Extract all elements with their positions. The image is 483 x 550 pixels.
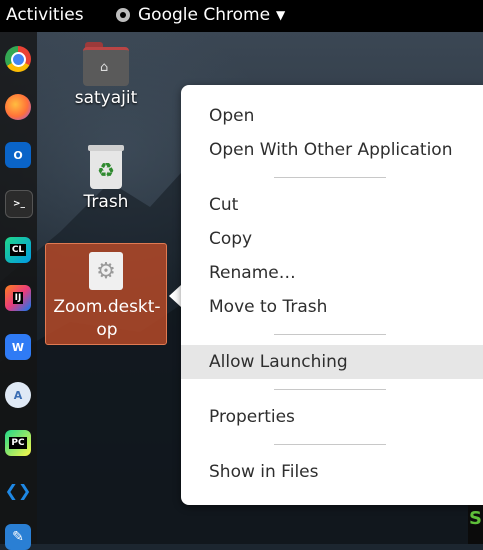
trash-icon[interactable]: ♻ bbox=[88, 145, 124, 189]
menu-item-open[interactable]: Open bbox=[181, 99, 483, 133]
menu-separator bbox=[274, 177, 386, 178]
activities-button[interactable]: Activities bbox=[6, 5, 84, 25]
home-icon: ⌂ bbox=[100, 60, 109, 75]
chevron-down-icon: ▼ bbox=[276, 8, 286, 22]
top-bar: Activities Google Chrome ▼ bbox=[0, 0, 483, 32]
menu-item-copy[interactable]: Copy bbox=[181, 222, 483, 256]
menu-item-move-to-trash[interactable]: Move to Trash bbox=[181, 290, 483, 324]
zoom-desktop-file[interactable]: ⚙ Zoom.deskt- op bbox=[45, 243, 167, 345]
vscode-icon[interactable]: ❮❯ bbox=[5, 477, 32, 503]
menu-item-cut[interactable]: Cut bbox=[181, 188, 483, 222]
pycharm-icon[interactable]: PC bbox=[5, 430, 31, 456]
home-folder-icon[interactable]: ⌂ bbox=[83, 42, 129, 86]
firefox-icon[interactable] bbox=[5, 94, 31, 120]
menu-item-rename[interactable]: Rename… bbox=[181, 256, 483, 290]
app-menu-label: Google Chrome bbox=[138, 5, 271, 25]
intellij-icon[interactable]: IJ bbox=[5, 285, 31, 311]
wps-icon[interactable]: W bbox=[5, 334, 31, 360]
menu-pointer bbox=[169, 285, 181, 307]
home-folder-label[interactable]: satyajit bbox=[60, 88, 152, 108]
chrome-app-icon bbox=[116, 8, 130, 22]
dock: O >_ CL IJ W A PC ❮❯ ✎ bbox=[0, 32, 37, 550]
clion-icon[interactable]: CL bbox=[5, 237, 31, 263]
menu-item-show-in-files[interactable]: Show in Files bbox=[181, 455, 483, 489]
menu-separator bbox=[274, 389, 386, 390]
trash-label[interactable]: Trash bbox=[60, 192, 152, 212]
terminal-icon[interactable]: >_ bbox=[5, 190, 33, 218]
zoom-file-label: Zoom.deskt- op bbox=[53, 297, 161, 340]
context-menu: Open Open With Other Application Cut Cop… bbox=[181, 85, 483, 505]
chrome-icon[interactable] bbox=[5, 46, 31, 72]
menu-separator bbox=[274, 444, 386, 445]
app-menu[interactable]: Google Chrome ▼ bbox=[116, 5, 285, 25]
recycle-icon: ♻ bbox=[97, 158, 115, 182]
outlook-icon[interactable]: O bbox=[5, 142, 31, 168]
menu-item-open-with[interactable]: Open With Other Application bbox=[181, 133, 483, 167]
menu-item-allow-launching[interactable]: Allow Launching bbox=[181, 345, 483, 379]
menu-item-properties[interactable]: Properties bbox=[181, 400, 483, 434]
menu-separator bbox=[274, 334, 386, 335]
gear-icon: ⚙ bbox=[89, 252, 123, 290]
app-a-icon[interactable]: A bbox=[5, 382, 31, 408]
corner-app-icon[interactable]: S bbox=[468, 505, 483, 544]
text-editor-icon[interactable]: ✎ bbox=[5, 524, 31, 550]
